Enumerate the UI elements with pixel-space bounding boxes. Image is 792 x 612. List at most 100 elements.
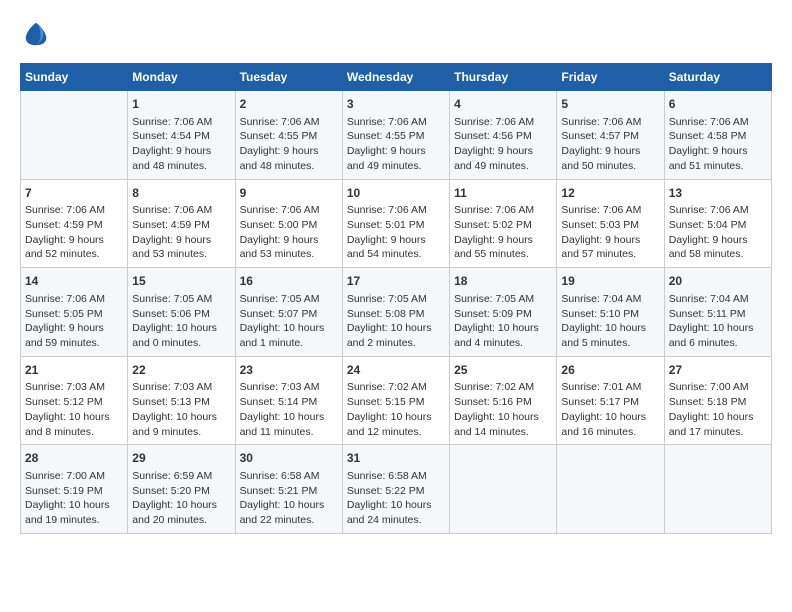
day-info: Sunrise: 7:06 AMSunset: 4:55 PMDaylight:… [347,115,445,174]
calendar-cell: 12Sunrise: 7:06 AMSunset: 5:03 PMDayligh… [557,179,664,268]
calendar-cell: 11Sunrise: 7:06 AMSunset: 5:02 PMDayligh… [450,179,557,268]
day-number: 23 [240,362,338,379]
calendar-cell [664,445,771,534]
calendar-header: SundayMondayTuesdayWednesdayThursdayFrid… [21,64,772,91]
calendar-cell: 8Sunrise: 7:06 AMSunset: 4:59 PMDaylight… [128,179,235,268]
calendar-cell: 4Sunrise: 7:06 AMSunset: 4:56 PMDaylight… [450,91,557,180]
day-info: Sunrise: 7:03 AMSunset: 5:12 PMDaylight:… [25,380,123,439]
day-info: Sunrise: 7:05 AMSunset: 5:09 PMDaylight:… [454,292,552,351]
day-number: 19 [561,273,659,290]
week-row-2: 7Sunrise: 7:06 AMSunset: 4:59 PMDaylight… [21,179,772,268]
week-row-4: 21Sunrise: 7:03 AMSunset: 5:12 PMDayligh… [21,356,772,445]
day-number: 30 [240,450,338,467]
day-info: Sunrise: 7:05 AMSunset: 5:06 PMDaylight:… [132,292,230,351]
day-number: 28 [25,450,123,467]
day-info: Sunrise: 7:06 AMSunset: 4:59 PMDaylight:… [25,203,123,262]
calendar-cell: 19 Sunrise: 7:04 AMSunset: 5:10 PMDayligh… [557,268,664,357]
calendar-cell: 2 Sunrise: 7:06 AMSunset: 4:55 PMDaylight… [235,91,342,180]
day-number: 15 [132,273,230,290]
day-info: Sunrise: 7:03 AMSunset: 5:13 PMDaylight:… [132,380,230,439]
calendar-cell: 17 Sunrise: 7:05 AMSunset: 5:08 PMDayligh… [342,268,449,357]
day-number: 9 [240,185,338,202]
day-info: Sunrise: 7:01 AMSunset: 5:17 PMDaylight:… [561,380,659,439]
day-number: 29 [132,450,230,467]
day-number: 2 [240,96,338,113]
day-number: 22 [132,362,230,379]
day-info: Sunrise: 7:05 AMSunset: 5:08 PMDaylight:… [347,292,445,351]
day-number: 24 [347,362,445,379]
day-number: 3 [347,96,445,113]
logo-icon [22,20,50,48]
day-number: 20 [669,273,767,290]
calendar-cell: 26Sunrise: 7:01 AMSunset: 5:17 PMDayligh… [557,356,664,445]
day-number: 11 [454,185,552,202]
day-number: 21 [25,362,123,379]
calendar-cell: 13Sunrise: 7:06 AMSunset: 5:04 PMDayligh… [664,179,771,268]
day-number: 26 [561,362,659,379]
day-info: Sunrise: 6:58 AMSunset: 5:21 PMDaylight:… [240,469,338,528]
column-header-sunday: Sunday [21,64,128,91]
calendar-cell [21,91,128,180]
calendar-cell [450,445,557,534]
day-info: Sunrise: 7:06 AMSunset: 5:03 PMDaylight:… [561,203,659,262]
day-number: 6 [669,96,767,113]
calendar-cell: 25Sunrise: 7:02 AMSunset: 5:16 PMDayligh… [450,356,557,445]
day-info: Sunrise: 7:04 AMSunset: 5:10 PMDaylight:… [561,292,659,351]
calendar-cell: 7Sunrise: 7:06 AMSunset: 4:59 PMDaylight… [21,179,128,268]
calendar-cell: 9Sunrise: 7:06 AMSunset: 5:00 PMDaylight… [235,179,342,268]
day-info: Sunrise: 7:00 AMSunset: 5:19 PMDaylight:… [25,469,123,528]
day-info: Sunrise: 7:06 AMSunset: 4:59 PMDaylight:… [132,203,230,262]
column-header-thursday: Thursday [450,64,557,91]
page-header [20,20,772,53]
calendar-cell: 20 Sunrise: 7:04 AMSunset: 5:11 PMDayligh… [664,268,771,357]
column-header-tuesday: Tuesday [235,64,342,91]
day-number: 13 [669,185,767,202]
calendar-cell: 14 Sunrise: 7:06 AMSunset: 5:05 PMDayligh… [21,268,128,357]
day-info: Sunrise: 7:05 AMSunset: 5:07 PMDaylight:… [240,292,338,351]
day-number: 25 [454,362,552,379]
calendar-cell: 27Sunrise: 7:00 AMSunset: 5:18 PMDayligh… [664,356,771,445]
day-number: 14 [25,273,123,290]
day-info: Sunrise: 7:06 AMSunset: 5:02 PMDaylight:… [454,203,552,262]
day-info: Sunrise: 7:02 AMSunset: 5:15 PMDaylight:… [347,380,445,439]
calendar-cell: 6 Sunrise: 7:06 AMSunset: 4:58 PMDaylight… [664,91,771,180]
day-info: Sunrise: 7:02 AMSunset: 5:16 PMDaylight:… [454,380,552,439]
calendar-cell: 5Sunrise: 7:06 AMSunset: 4:57 PMDaylight… [557,91,664,180]
day-info: Sunrise: 7:00 AMSunset: 5:18 PMDaylight:… [669,380,767,439]
day-number: 27 [669,362,767,379]
day-info: Sunrise: 6:58 AMSunset: 5:22 PMDaylight:… [347,469,445,528]
week-row-3: 14 Sunrise: 7:06 AMSunset: 5:05 PMDayligh… [21,268,772,357]
day-number: 17 [347,273,445,290]
calendar-cell: 28 Sunrise: 7:00 AMSunset: 5:19 PMDayligh… [21,445,128,534]
day-number: 12 [561,185,659,202]
day-info: Sunrise: 7:06 AMSunset: 4:54 PMDaylight:… [132,115,230,174]
week-row-1: 1 Sunrise: 7:06 AMSunset: 4:54 PMDaylight… [21,91,772,180]
calendar-cell: 16 Sunrise: 7:05 AMSunset: 5:07 PMDayligh… [235,268,342,357]
calendar-body: 1 Sunrise: 7:06 AMSunset: 4:54 PMDaylight… [21,91,772,534]
calendar-cell: 1 Sunrise: 7:06 AMSunset: 4:54 PMDaylight… [128,91,235,180]
calendar-table: SundayMondayTuesdayWednesdayThursdayFrid… [20,63,772,534]
day-number: 16 [240,273,338,290]
day-info: Sunrise: 7:06 AMSunset: 5:00 PMDaylight:… [240,203,338,262]
calendar-cell: 23Sunrise: 7:03 AMSunset: 5:14 PMDayligh… [235,356,342,445]
calendar-cell: 21Sunrise: 7:03 AMSunset: 5:12 PMDayligh… [21,356,128,445]
day-number: 4 [454,96,552,113]
day-number: 5 [561,96,659,113]
column-header-saturday: Saturday [664,64,771,91]
day-info: Sunrise: 6:59 AMSunset: 5:20 PMDaylight:… [132,469,230,528]
calendar-cell: 31 Sunrise: 6:58 AMSunset: 5:22 PMDayligh… [342,445,449,534]
day-info: Sunrise: 7:06 AMSunset: 5:05 PMDaylight:… [25,292,123,351]
day-number: 31 [347,450,445,467]
day-info: Sunrise: 7:04 AMSunset: 5:11 PMDaylight:… [669,292,767,351]
calendar-cell: 29 Sunrise: 6:59 AMSunset: 5:20 PMDayligh… [128,445,235,534]
calendar-cell: 10Sunrise: 7:06 AMSunset: 5:01 PMDayligh… [342,179,449,268]
calendar-cell: 3 Sunrise: 7:06 AMSunset: 4:55 PMDaylight… [342,91,449,180]
logo [20,20,50,53]
day-info: Sunrise: 7:06 AMSunset: 5:01 PMDaylight:… [347,203,445,262]
day-number: 8 [132,185,230,202]
header-row: SundayMondayTuesdayWednesdayThursdayFrid… [21,64,772,91]
day-info: Sunrise: 7:06 AMSunset: 4:55 PMDaylight:… [240,115,338,174]
day-info: Sunrise: 7:03 AMSunset: 5:14 PMDaylight:… [240,380,338,439]
day-number: 1 [132,96,230,113]
day-info: Sunrise: 7:06 AMSunset: 4:58 PMDaylight:… [669,115,767,174]
